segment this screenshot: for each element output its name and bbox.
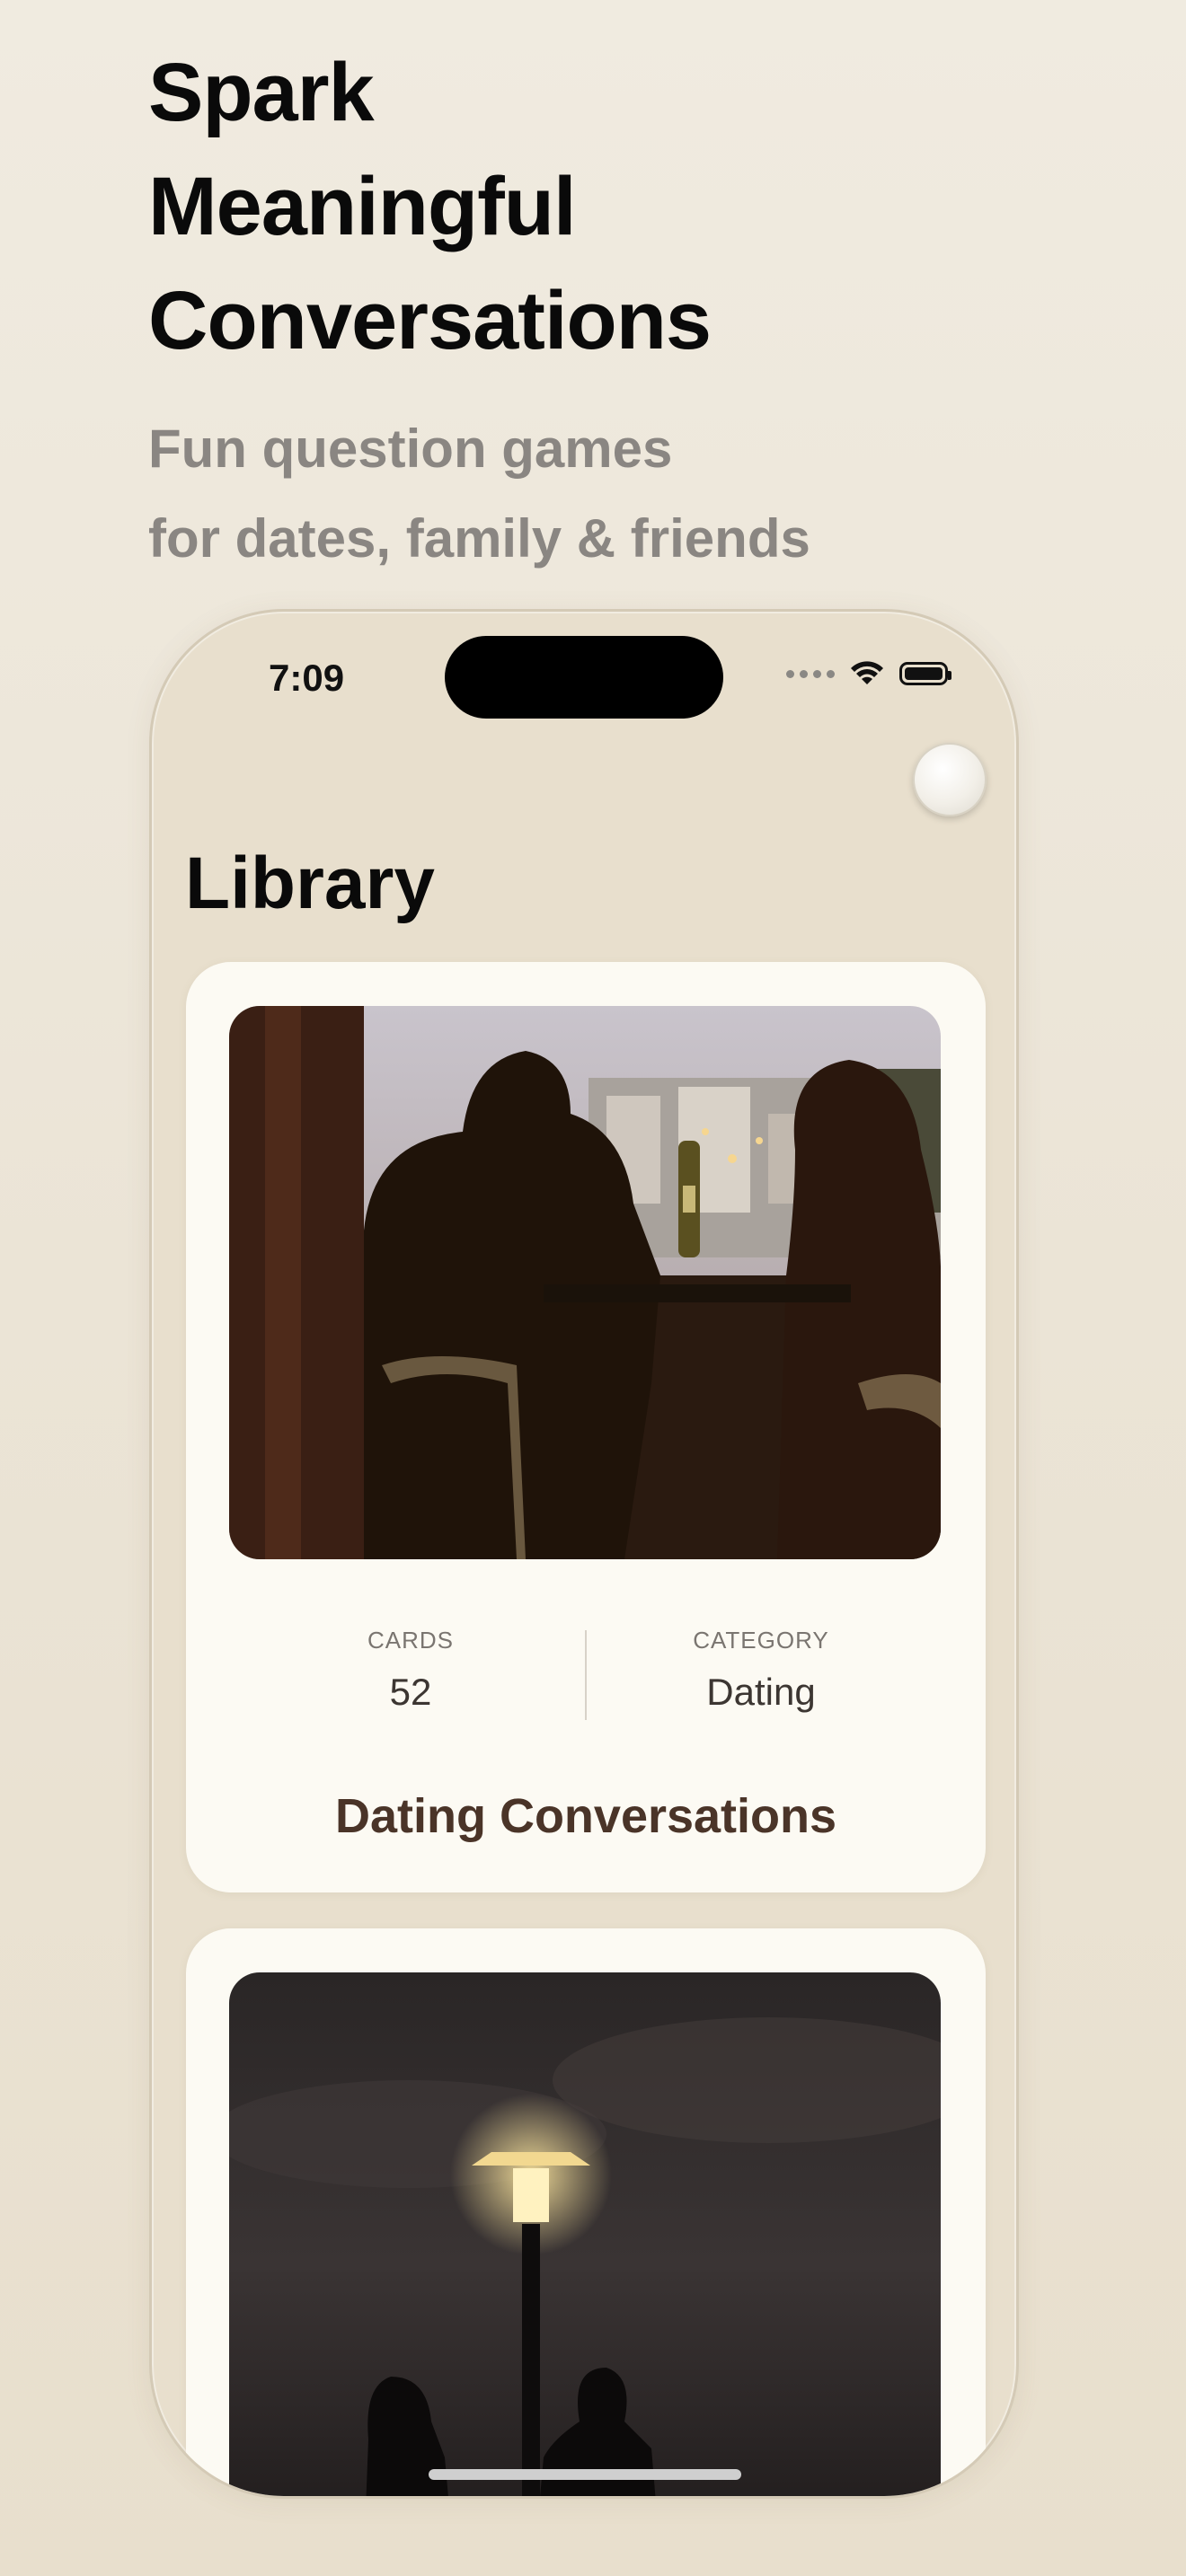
deck-title: Dating Conversations bbox=[334, 1789, 837, 1843]
status-icons bbox=[786, 660, 951, 687]
subheadline-line-2: for dates, family & friends bbox=[148, 508, 810, 569]
streetlamp-night-photo bbox=[229, 1972, 941, 2496]
battery-icon bbox=[899, 662, 951, 685]
signal-dots-icon bbox=[786, 669, 835, 678]
headline-line-2: Meaningful bbox=[148, 161, 577, 252]
marketing-subheadline: Fun question games for dates, family & f… bbox=[148, 404, 1047, 584]
phone-frame: 7:09 Library CARDS 52 CATEGORY Dating Da… bbox=[149, 609, 1019, 2499]
category-stat: CATEGORY Dating bbox=[626, 1627, 896, 1714]
status-time: 7:09 bbox=[269, 657, 345, 699]
cards-stat: CARDS 52 bbox=[276, 1627, 545, 1714]
deck-card-dating[interactable]: CARDS 52 CATEGORY Dating Dating Conversa… bbox=[186, 962, 986, 1892]
stats-divider bbox=[585, 1630, 587, 1720]
profile-avatar-icon[interactable] bbox=[913, 743, 987, 816]
wifi-icon bbox=[851, 661, 883, 684]
deck-stats: CARDS 52 CATEGORY Dating bbox=[186, 1627, 986, 1720]
cards-stat-value: 52 bbox=[389, 1671, 432, 1713]
deck-card-second[interactable] bbox=[186, 1928, 986, 2496]
home-indicator[interactable] bbox=[429, 2469, 741, 2480]
subheadline-line-1: Fun question games bbox=[148, 419, 673, 479]
marketing-headline: Spark Meaningful Conversations bbox=[148, 36, 1047, 378]
headline-line-3: Conversations bbox=[148, 275, 712, 366]
category-stat-value: Dating bbox=[706, 1671, 816, 1713]
dynamic-island bbox=[445, 636, 723, 719]
headline-line-1: Spark bbox=[148, 47, 375, 138]
category-stat-label: CATEGORY bbox=[693, 1627, 829, 1654]
couple-dinner-photo bbox=[229, 1006, 941, 1559]
cards-stat-label: CARDS bbox=[367, 1627, 454, 1654]
page-title: Library bbox=[185, 842, 435, 924]
